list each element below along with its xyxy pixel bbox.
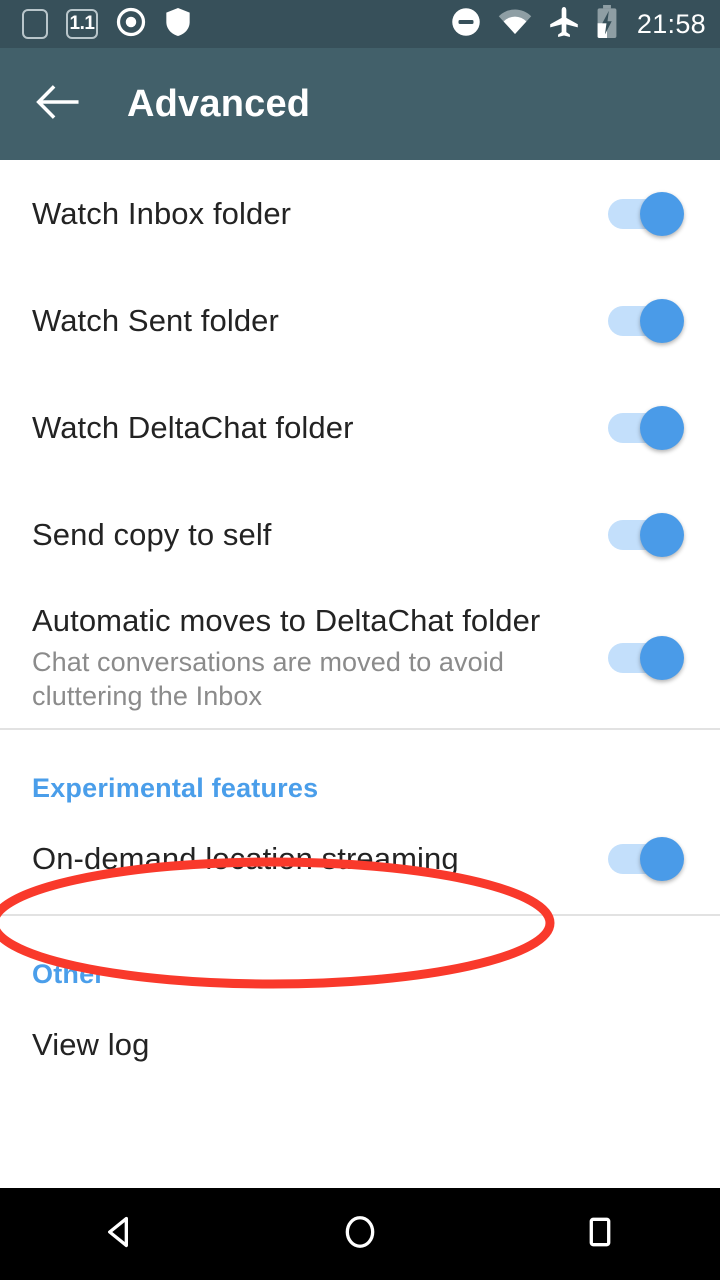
switch-thumb <box>640 298 684 343</box>
shield-icon <box>164 6 192 43</box>
version-badge-icon: 1.1 <box>66 9 98 39</box>
switch-automatic-moves-to-deltachat-folder[interactable] <box>608 636 684 680</box>
nav-home-button[interactable] <box>240 1188 480 1280</box>
square-recents-icon <box>581 1213 619 1256</box>
pref-row-watch-sent-folder[interactable]: Watch Sent folder <box>0 267 720 374</box>
wifi-icon <box>498 8 532 41</box>
circle-home-icon <box>341 1213 379 1256</box>
section-header-experimental: Experimental features <box>32 773 319 803</box>
switch-thumb <box>640 191 684 236</box>
pref-title: Send copy to self <box>32 516 272 552</box>
switch-send-copy-to-self[interactable] <box>608 512 684 557</box>
switch-thumb <box>640 512 684 557</box>
pref-title: Watch Inbox folder <box>32 195 292 231</box>
pref-row-automatic-moves-to-deltachat-folder[interactable]: Automatic moves to DeltaChat folder Chat… <box>0 588 720 728</box>
pref-row-watch-inbox-folder[interactable]: Watch Inbox folder <box>0 160 720 267</box>
nav-back-button[interactable] <box>0 1188 240 1280</box>
triangle-back-icon <box>101 1213 139 1256</box>
empty-box-icon <box>22 9 48 39</box>
status-bar-clock: 21:58 <box>636 8 706 39</box>
switch-thumb <box>640 636 684 680</box>
switch-thumb <box>640 405 684 450</box>
pref-text: Send copy to self <box>32 516 608 554</box>
arrow-back-icon <box>36 84 80 125</box>
page-title: Advanced <box>127 82 311 125</box>
app-bar: Advanced <box>0 48 720 169</box>
switch-thumb <box>640 837 684 881</box>
switch-watch-inbox-folder[interactable] <box>608 191 684 236</box>
section-header-other: Other <box>32 959 106 989</box>
pref-text: On-demand location streaming <box>32 840 608 878</box>
pref-text: Watch Inbox folder <box>32 195 608 233</box>
switch-watch-deltachat-folder[interactable] <box>608 405 684 450</box>
pref-text: View log <box>32 1026 690 1064</box>
switch-on-demand-location-streaming[interactable] <box>608 837 684 881</box>
pref-row-send-copy-to-self[interactable]: Send copy to self <box>0 481 720 588</box>
pref-title: Automatic moves to DeltaChat folder <box>32 603 541 639</box>
airplane-mode-icon <box>549 6 579 43</box>
battery-charging-icon <box>596 4 618 44</box>
pref-title: Watch Sent folder <box>32 302 279 338</box>
pref-text: Watch DeltaChat folder <box>32 409 608 447</box>
pref-row-view-log[interactable]: View log <box>0 990 720 1100</box>
pref-title: On-demand location streaming <box>32 841 459 877</box>
pref-title: View log <box>32 1027 150 1063</box>
pref-text: Watch Sent folder <box>32 302 608 340</box>
pref-text: Automatic moves to DeltaChat folder Chat… <box>32 602 608 714</box>
status-bar: 1.1 21:58 <box>0 0 720 48</box>
navigation-bar <box>0 1188 720 1280</box>
status-bar-right-icons: 21:58 <box>451 4 706 44</box>
switch-watch-sent-folder[interactable] <box>608 298 684 343</box>
record-dot-icon <box>116 7 146 42</box>
back-button[interactable] <box>34 80 82 128</box>
pref-row-on-demand-location-streaming[interactable]: On-demand location streaming <box>0 804 720 914</box>
status-bar-left-icons: 1.1 <box>22 6 192 43</box>
nav-recents-button[interactable] <box>480 1188 720 1280</box>
pref-summary: Chat conversations are moved to avoid cl… <box>32 646 504 712</box>
pref-row-watch-deltachat-folder[interactable]: Watch DeltaChat folder <box>0 374 720 481</box>
pref-title: Watch DeltaChat folder <box>32 409 354 445</box>
do-not-disturb-icon <box>451 7 481 42</box>
settings-list: Watch Inbox folder Watch Sent folder Wat… <box>0 160 720 1100</box>
